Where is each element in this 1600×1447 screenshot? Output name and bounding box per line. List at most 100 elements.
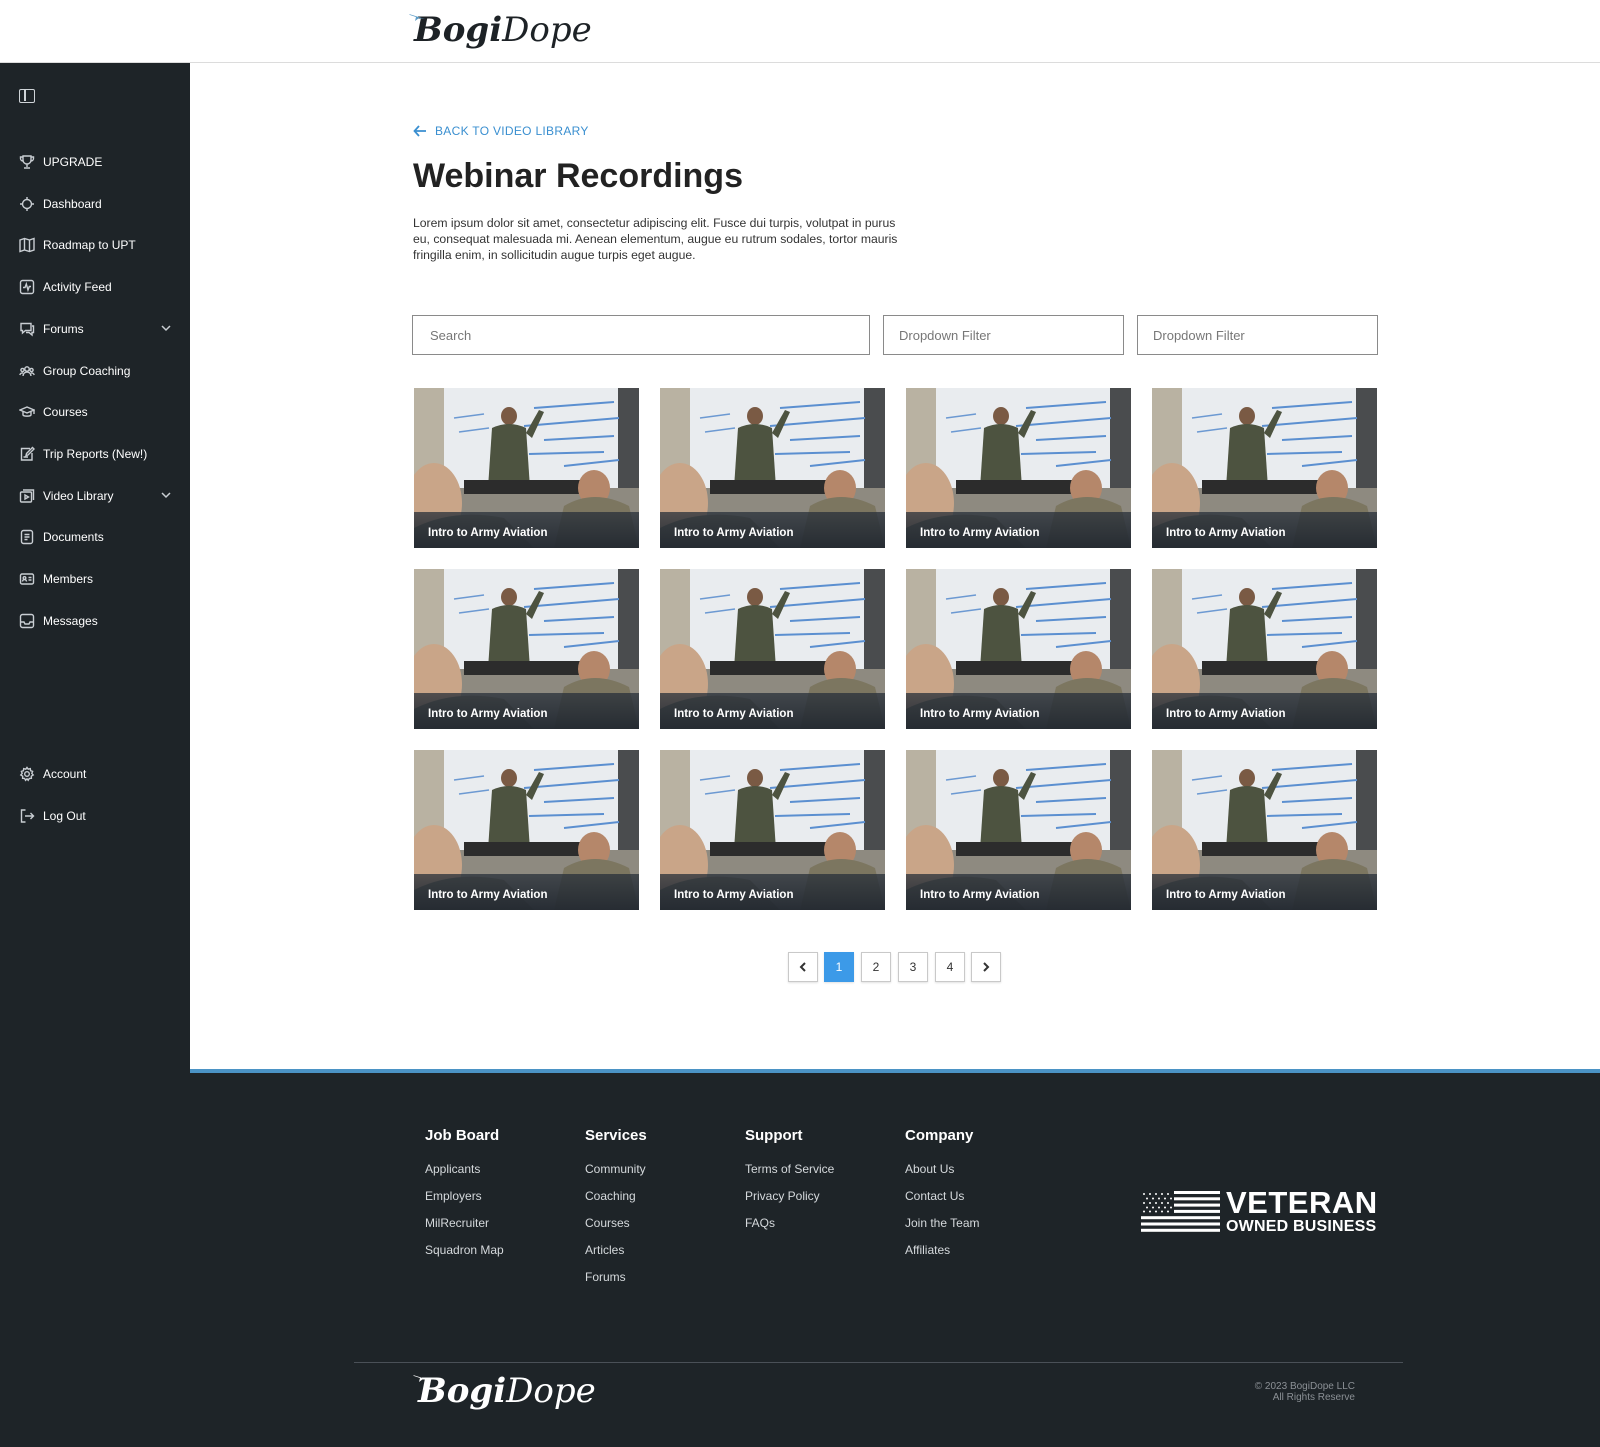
sidebar-item-log-out[interactable]: Log Out bbox=[18, 805, 178, 827]
sidebar-item-label: Account bbox=[43, 767, 87, 781]
footer-link[interactable]: Join the Team bbox=[905, 1216, 980, 1230]
video-title: Intro to Army Aviation bbox=[674, 527, 794, 539]
prev-page-button[interactable] bbox=[788, 952, 818, 982]
sidebar-item-roadmap-to-upt[interactable]: Roadmap to UPT bbox=[18, 234, 178, 256]
sidebar-item-label: Video Library bbox=[43, 488, 114, 503]
sidebar-item-account[interactable]: Account bbox=[18, 763, 178, 785]
video-card[interactable]: Intro to Army Aviation bbox=[660, 569, 885, 729]
footer-link[interactable]: Community bbox=[585, 1162, 647, 1176]
video-title: Intro to Army Aviation bbox=[920, 708, 1040, 720]
sidebar-item-label: Courses bbox=[43, 405, 88, 420]
plane-icon bbox=[413, 1375, 429, 1382]
footer-link[interactable]: Articles bbox=[585, 1243, 647, 1257]
footer-link[interactable]: Coaching bbox=[585, 1189, 647, 1203]
video-card[interactable]: Intro to Army Aviation bbox=[906, 750, 1131, 910]
footer-link[interactable]: Employers bbox=[425, 1189, 504, 1203]
video-card[interactable]: Intro to Army Aviation bbox=[414, 569, 639, 729]
footer-divider bbox=[354, 1362, 1403, 1363]
footer-link[interactable]: Squadron Map bbox=[425, 1243, 504, 1257]
logo-text-rest: Dope bbox=[502, 10, 592, 50]
back-link-label: BACK TO VIDEO LIBRARY bbox=[435, 124, 589, 138]
page-button-4[interactable]: 4 bbox=[935, 952, 965, 982]
video-card[interactable]: Intro to Army Aviation bbox=[660, 750, 885, 910]
sidebar-item-group-coaching[interactable]: Group Coaching bbox=[18, 360, 178, 382]
footer-link[interactable]: Applicants bbox=[425, 1162, 504, 1176]
copyright-line-1: © 2023 BogiDope LLC bbox=[1254, 1381, 1355, 1392]
veteran-owned-badge: VETERAN OWNED BUSINESS bbox=[1141, 1187, 1378, 1235]
footer-link[interactable]: About Us bbox=[905, 1162, 980, 1176]
id-card-icon bbox=[18, 571, 35, 588]
chevron-down-icon[interactable] bbox=[160, 489, 172, 504]
video-card[interactable]: Intro to Army Aviation bbox=[906, 569, 1131, 729]
footer-link[interactable]: Privacy Policy bbox=[745, 1189, 834, 1203]
footer-link[interactable]: MilRecruiter bbox=[425, 1216, 504, 1230]
sidebar-item-messages[interactable]: Messages bbox=[18, 610, 178, 632]
sidebar-item-upgrade[interactable]: UPGRADE bbox=[18, 151, 178, 173]
video-library-icon bbox=[18, 487, 35, 504]
dropdown-filter-2[interactable]: Dropdown Filter bbox=[1137, 315, 1378, 355]
badge-line-2: OWNED BUSINESS bbox=[1226, 1218, 1377, 1235]
sidebar-item-forums[interactable]: Forums bbox=[18, 318, 178, 340]
video-card[interactable]: Intro to Army Aviation bbox=[1152, 388, 1377, 548]
video-title: Intro to Army Aviation bbox=[1166, 889, 1286, 901]
search-input[interactable] bbox=[412, 315, 870, 355]
sidebar-item-label: Roadmap to UPT bbox=[43, 238, 136, 253]
arrow-left-icon bbox=[413, 125, 426, 137]
sidebar-item-label: Dashboard bbox=[43, 196, 102, 211]
sidebar-toggle-icon[interactable] bbox=[19, 89, 35, 103]
chevron-down-icon[interactable] bbox=[160, 322, 172, 337]
crosshair-icon bbox=[18, 195, 35, 212]
footer-link[interactable]: Contact Us bbox=[905, 1189, 980, 1203]
logout-icon bbox=[18, 807, 35, 824]
sidebar-item-dashboard[interactable]: Dashboard bbox=[18, 193, 178, 215]
next-page-button[interactable] bbox=[971, 952, 1001, 982]
page-title: Webinar Recordings bbox=[413, 157, 743, 195]
video-title: Intro to Army Aviation bbox=[428, 527, 548, 539]
top-header: Bogi Dope bbox=[0, 0, 1600, 63]
footer-link[interactable]: Affiliates bbox=[905, 1243, 980, 1257]
site-footer bbox=[190, 1069, 1600, 1447]
sidebar-item-courses[interactable]: Courses bbox=[18, 401, 178, 423]
logo-text-rest: Dope bbox=[506, 1371, 596, 1411]
sidebar-item-video-library[interactable]: Video Library bbox=[18, 485, 178, 507]
footer-link[interactable]: FAQs bbox=[745, 1216, 834, 1230]
us-flag-icon bbox=[1141, 1190, 1220, 1232]
map-icon bbox=[18, 237, 35, 254]
video-title: Intro to Army Aviation bbox=[920, 889, 1040, 901]
brand-logo[interactable]: Bogi Dope bbox=[409, 10, 592, 50]
report-icon bbox=[18, 445, 35, 462]
video-card[interactable]: Intro to Army Aviation bbox=[660, 388, 885, 548]
page-description: Lorem ipsum dolor sit amet, consectetur … bbox=[413, 216, 898, 262]
sidebar-item-documents[interactable]: Documents bbox=[18, 526, 178, 548]
video-card[interactable]: Intro to Army Aviation bbox=[1152, 750, 1377, 910]
page-button-3[interactable]: 3 bbox=[898, 952, 928, 982]
sidebar-item-trip-reports-new[interactable]: Trip Reports (New!) bbox=[18, 443, 178, 465]
sidebar-item-members[interactable]: Members bbox=[18, 568, 178, 590]
graduation-cap-icon bbox=[18, 404, 35, 421]
footer-link[interactable]: Forums bbox=[585, 1270, 647, 1284]
video-card[interactable]: Intro to Army Aviation bbox=[1152, 569, 1377, 729]
video-title: Intro to Army Aviation bbox=[920, 527, 1040, 539]
video-card[interactable]: Intro to Army Aviation bbox=[414, 388, 639, 548]
video-card[interactable]: Intro to Army Aviation bbox=[906, 388, 1131, 548]
sidebar-item-label: Activity Feed bbox=[43, 280, 112, 295]
sidebar-item-label: Messages bbox=[43, 613, 98, 628]
video-title: Intro to Army Aviation bbox=[428, 889, 548, 901]
copyright-line-2: All Rights Reserve bbox=[1272, 1392, 1355, 1403]
footer-logo[interactable]: Bogi Dope bbox=[413, 1371, 596, 1411]
footer-col-support: Support Terms of Service Privacy Policy … bbox=[745, 1127, 834, 1243]
page-button-1[interactable]: 1 bbox=[824, 952, 854, 982]
footer-link[interactable]: Courses bbox=[585, 1216, 647, 1230]
document-icon bbox=[18, 529, 35, 546]
footer-link[interactable]: Terms of Service bbox=[745, 1162, 834, 1176]
sidebar-item-label: Documents bbox=[43, 530, 104, 545]
sidebar-item-activity-feed[interactable]: Activity Feed bbox=[18, 276, 178, 298]
dropdown-filter-1[interactable]: Dropdown Filter bbox=[883, 315, 1124, 355]
video-card[interactable]: Intro to Army Aviation bbox=[414, 750, 639, 910]
footer-col-company: Company About Us Contact Us Join the Tea… bbox=[905, 1127, 980, 1270]
video-title: Intro to Army Aviation bbox=[428, 708, 548, 720]
page-button-2[interactable]: 2 bbox=[861, 952, 891, 982]
footer-heading: Support bbox=[745, 1127, 803, 1144]
back-to-library-link[interactable]: BACK TO VIDEO LIBRARY bbox=[413, 124, 589, 138]
trophy-icon bbox=[18, 154, 35, 171]
